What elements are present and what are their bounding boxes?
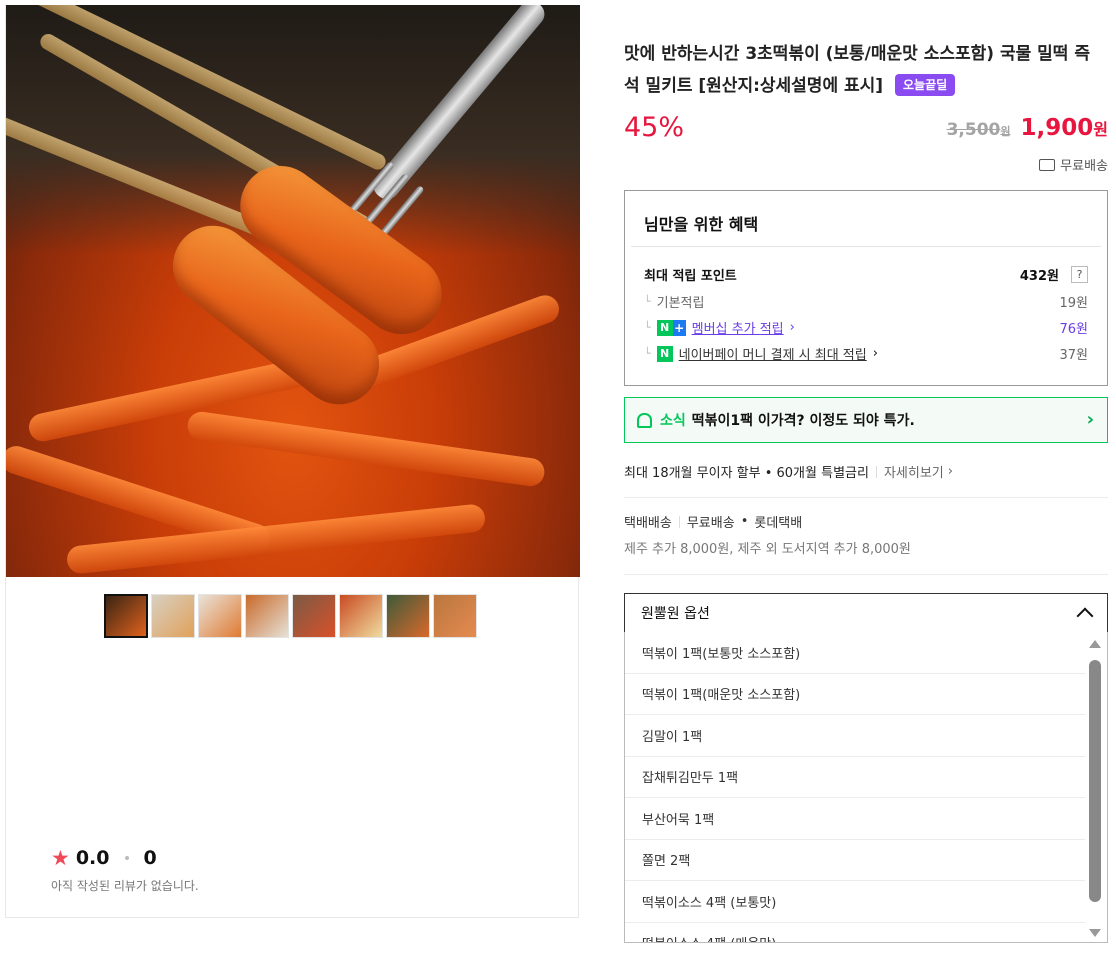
plus-icon: + — [672, 319, 686, 336]
points-row-label: 기본적립 — [656, 296, 705, 311]
naverpay-icon: N — [656, 345, 673, 362]
points-row-value: 19원 — [1059, 296, 1088, 311]
divider — [624, 497, 1108, 498]
naver-n-icon: N — [656, 319, 673, 336]
option-item[interactable]: 부산어묵 1팩 — [625, 798, 1085, 840]
truck-icon — [1039, 158, 1056, 171]
review-empty-text: 아직 작성된 리뷰가 없습니다. — [51, 879, 199, 893]
divider — [875, 465, 877, 478]
thumbnail-image[interactable] — [104, 594, 148, 638]
noodle-decor — [185, 410, 547, 488]
option-item[interactable]: 김말이 1팩 — [625, 715, 1085, 757]
product-gallery-panel: ★ 0.0 0 아직 작성된 리뷰가 없습니다. — [5, 5, 580, 918]
naverpay-link[interactable]: 네이버페이 머니 결제 시 최대 적립 — [679, 344, 867, 363]
points-row-membership: └ N + 멤버십 추가 적립 › 76원 — [644, 318, 1088, 337]
free-shipping-label: 무료배송 — [1060, 159, 1108, 174]
installment-detail-link[interactable]: 자세히보기 — [884, 462, 944, 481]
product-title-text: 맛에 반하는시간 3초떡볶이 (보통/매운맛 소스포함) 국물 밀떡 즉석 밀키… — [624, 44, 1091, 96]
separator-dot — [124, 856, 129, 860]
rating-summary: ★ 0.0 0 — [51, 847, 157, 869]
option-item[interactable]: 잡채튀김만두 1팩 — [625, 757, 1085, 798]
star-icon: ★ — [51, 845, 70, 870]
option-select[interactable]: 원뿔원 옵션 — [624, 593, 1108, 633]
points-row-naverpay: └ N 네이버페이 머니 결제 시 최대 적립 › 37원 — [644, 344, 1088, 363]
sale-price: 1,900원 — [1020, 115, 1109, 141]
chevron-right-icon: › — [789, 320, 795, 335]
original-price: 3,500원 — [946, 120, 1011, 140]
thumbnail-image[interactable] — [245, 594, 289, 638]
main-product-image[interactable] — [6, 5, 580, 577]
membership-link[interactable]: 멤버십 추가 적립 — [692, 318, 784, 337]
chevron-right-icon: › — [1086, 409, 1094, 430]
shipping-info: 택배배송 무료배송 • 롯데택배 — [624, 512, 802, 531]
scroll-up-arrow-icon[interactable] — [1089, 640, 1101, 648]
max-points-label: 최대 적립 포인트 — [644, 269, 737, 284]
deal-badge: 오늘끝딜 — [894, 74, 956, 96]
tree-branch-icon: └ — [644, 347, 651, 360]
max-points-value: 432원 — [1019, 269, 1059, 284]
option-item[interactable]: 떡볶이소스 4팩 (보통맛) — [625, 881, 1085, 923]
rating-score: 0.0 — [75, 847, 110, 869]
chevron-right-icon: › — [947, 464, 953, 479]
separator-dot: • — [740, 514, 749, 529]
shipping-courier: 롯데택배 — [754, 516, 803, 531]
shipping-extra-fee: 제주 추가 8,000원, 제주 외 도서지역 추가 8,000원 — [624, 542, 911, 557]
installment-text: 최대 18개월 무이자 할부 • 60개월 특별금리 — [624, 466, 869, 481]
divider — [678, 515, 680, 528]
scrollbar-thumb[interactable] — [1089, 660, 1101, 902]
option-item[interactable]: 떡볶이 1팩(보통맛 소스포함) — [625, 632, 1085, 674]
thumbnail-image[interactable] — [151, 594, 195, 638]
thumbnail-image[interactable] — [198, 594, 242, 638]
divider — [624, 574, 1108, 575]
tree-branch-icon: └ — [644, 321, 651, 334]
scrollbar[interactable] — [1085, 632, 1107, 942]
points-row-basic: └ 기본적립 19원 — [644, 292, 1088, 311]
notice-tag: 소식 — [660, 413, 686, 429]
scroll-down-arrow-icon[interactable] — [1089, 929, 1101, 937]
points-row-value: 76원 — [1059, 322, 1088, 337]
notice-text: 떡볶이1팩 이가격? 이정도 되야 특가. — [691, 413, 915, 429]
bell-icon — [637, 412, 652, 428]
option-dropdown-list: 떡볶이 1팩(보통맛 소스포함) 떡볶이 1팩(매운맛 소스포함) 김말이 1팩… — [624, 632, 1108, 943]
product-title: 맛에 반하는시간 3초떡볶이 (보통/매운맛 소스포함) 국물 밀떡 즉석 밀키… — [624, 38, 1104, 102]
thumbnail-strip — [104, 594, 477, 638]
price-block: 3,500원 1,900원 — [947, 115, 1108, 141]
max-points-row: 최대 적립 포인트 432원 ? — [644, 265, 1088, 284]
benefits-title: 님만을 위한 혜택 — [644, 215, 759, 234]
chevron-up-icon — [1076, 607, 1094, 625]
installment-info: 최대 18개월 무이자 할부 • 60개월 특별금리 자세히보기 › — [624, 462, 953, 481]
discount-rate: 45% — [624, 112, 685, 143]
chevron-right-icon: › — [872, 346, 878, 361]
thumbnail-image[interactable] — [386, 594, 430, 638]
benefits-box: 님만을 위한 혜택 최대 적립 포인트 432원 ? └ 기본적립 19원 └ N +… — [624, 190, 1108, 386]
shipping-method: 택배배송 — [624, 516, 672, 531]
option-select-label: 원뿔원 옵션 — [641, 606, 710, 622]
divider — [631, 246, 1101, 247]
thumbnail-image[interactable] — [433, 594, 477, 638]
option-item[interactable]: 쫄면 2팩 — [625, 840, 1085, 881]
thumbnail-image[interactable] — [292, 594, 336, 638]
option-item[interactable]: 떡볶이 1팩(매운맛 소스포함) — [625, 674, 1085, 715]
shipping-fee: 무료배송 — [686, 516, 735, 531]
review-count[interactable]: 0 — [144, 847, 157, 869]
help-icon[interactable]: ? — [1071, 266, 1088, 283]
thumbnail-image[interactable] — [339, 594, 383, 638]
points-row-value: 37원 — [1059, 348, 1088, 363]
option-item[interactable]: 떡볶이소스 4팩 (매운맛) — [625, 923, 1085, 942]
free-shipping-tag: 무료배송 — [1039, 155, 1108, 174]
seller-notice[interactable]: 소식 떡볶이1팩 이가격? 이정도 되야 특가. › — [624, 397, 1108, 443]
noodle-decor — [65, 503, 487, 575]
tree-branch-icon: └ — [644, 295, 651, 308]
